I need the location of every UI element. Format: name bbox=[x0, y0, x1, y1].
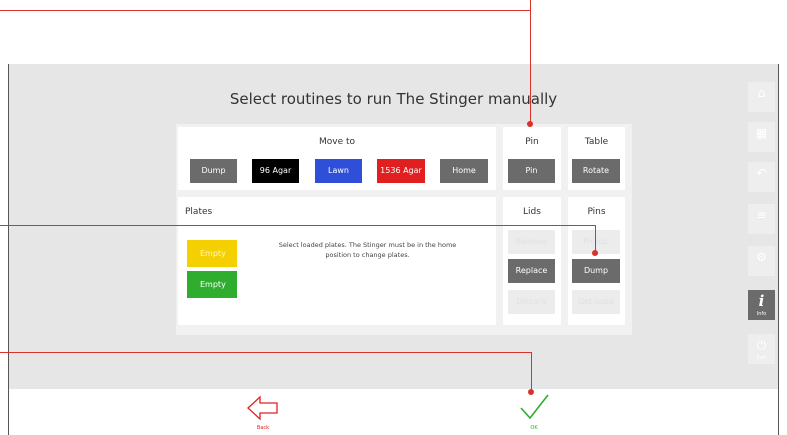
annotation-marker bbox=[592, 250, 598, 256]
annotation-line bbox=[0, 10, 531, 11]
back-arrow-icon bbox=[247, 395, 278, 421]
plate-slot-green[interactable]: Empty bbox=[187, 271, 237, 298]
settings-icon: ⚙ bbox=[756, 250, 767, 264]
info-icon: i bbox=[758, 292, 765, 310]
home-icon: ⌂ bbox=[757, 86, 766, 100]
list-icon: ≡ bbox=[756, 208, 767, 222]
pins-get-used-button[interactable]: Get used bbox=[572, 290, 620, 314]
sidebar-settings[interactable]: ⚙ bbox=[748, 246, 775, 276]
lids-title: Lids bbox=[523, 207, 541, 217]
sidebar-exit[interactable]: ⏻ Exit bbox=[748, 334, 775, 364]
plate-slot-yellow[interactable]: Empty bbox=[187, 240, 237, 267]
back-label: Back bbox=[256, 425, 270, 431]
sidebar-list[interactable]: ≡ bbox=[748, 204, 775, 234]
lid-discard-button[interactable]: Discard bbox=[508, 290, 555, 314]
annotation-line bbox=[0, 225, 596, 226]
annotation-marker bbox=[528, 389, 534, 395]
grid-icon: ▦ bbox=[755, 126, 768, 140]
checkmark-icon bbox=[520, 394, 549, 420]
sidebar-info[interactable]: i Info bbox=[748, 290, 775, 320]
pin-button[interactable]: Pin bbox=[508, 159, 555, 183]
ok-label: OK bbox=[530, 425, 538, 431]
plates-title: Plates bbox=[185, 207, 213, 217]
sidebar-info-label: Info bbox=[756, 311, 767, 317]
annotation-line bbox=[595, 225, 596, 253]
sidebar-undo[interactable]: ↶ bbox=[748, 162, 775, 192]
pin-title: Pin bbox=[525, 137, 539, 147]
annotation-line bbox=[531, 352, 532, 392]
page-title: Select routines to run The Stinger manua… bbox=[229, 90, 558, 108]
sidebar-grid[interactable]: ▦ bbox=[748, 122, 775, 152]
plates-note-line-2: position to change plates. bbox=[325, 251, 410, 259]
sidebar-exit-label: Exit bbox=[756, 355, 767, 361]
back-button[interactable]: Back bbox=[243, 392, 283, 435]
pins-dump-button[interactable]: Dump bbox=[572, 259, 620, 283]
table-title: Table bbox=[584, 137, 609, 147]
move-96-agar-button[interactable]: 96 Agar bbox=[252, 159, 299, 183]
exit-icon: ⏻ bbox=[756, 338, 767, 352]
move-lawn-button[interactable]: Lawn bbox=[315, 159, 362, 183]
annotation-line bbox=[530, 0, 531, 124]
move-dump-button[interactable]: Dump bbox=[190, 159, 237, 183]
lid-remove-button[interactable]: Remove bbox=[508, 230, 555, 254]
annotation-line bbox=[0, 352, 532, 353]
plates-note-line-1: Select loaded plates. The Stinger must b… bbox=[278, 241, 457, 249]
move-home-button[interactable]: Home bbox=[440, 159, 488, 183]
plates-instructions: Select loaded plates. The Stinger must b… bbox=[250, 240, 485, 260]
undo-icon: ↶ bbox=[756, 166, 767, 180]
lid-replace-button[interactable]: Replace bbox=[508, 259, 555, 283]
rotate-button[interactable]: Rotate bbox=[572, 159, 620, 183]
move-1536-agar-button[interactable]: 1536 Agar bbox=[377, 159, 425, 183]
move-to-title: Move to bbox=[318, 137, 356, 147]
ok-button[interactable]: OK bbox=[514, 392, 554, 435]
annotation-marker bbox=[527, 121, 533, 127]
pins-title: Pins bbox=[587, 207, 606, 217]
sidebar-home[interactable]: ⌂ bbox=[748, 82, 775, 112]
